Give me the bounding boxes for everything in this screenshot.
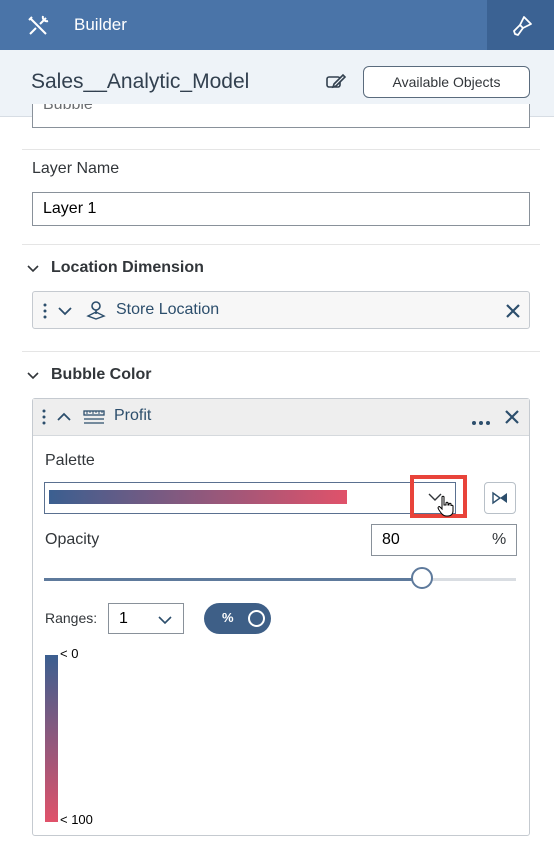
location-pin-icon [85,299,107,321]
opacity-slider-track[interactable] [44,567,516,589]
divider [22,244,540,245]
percent-toggle[interactable]: % [204,603,271,634]
available-objects-button[interactable]: Available Objects [363,66,530,98]
ranges-label: Ranges: [45,610,98,626]
opacity-slider-fill [44,578,422,581]
chevron-up-icon[interactable] [56,409,72,425]
edit-model-icon[interactable] [325,72,347,92]
bubble-color-title[interactable]: Bubble Color [51,366,151,384]
opacity-input[interactable]: 80 % [371,524,517,556]
close-icon[interactable] [505,303,521,319]
chevron-down-icon[interactable] [26,262,40,276]
opacity-unit: % [492,531,507,548]
layer-name-input[interactable]: Layer 1 [32,192,530,226]
chevron-down-icon[interactable] [26,369,40,383]
drag-handle-icon[interactable] [43,303,47,319]
percent-toggle-label: % [222,610,234,625]
drag-handle-icon[interactable] [42,409,46,425]
panel-title: Builder [74,15,127,34]
paintbrush-icon[interactable] [510,14,534,38]
model-name: Sales__Analytic_Model [31,70,250,93]
opacity-value: 80 [382,531,400,548]
wrench-screwdriver-icon[interactable] [26,14,50,38]
palette-select[interactable] [44,482,456,514]
layer-type-value: Bubble [43,104,93,113]
measure-token[interactable]: Profit [33,399,529,436]
location-dimension-title[interactable]: Location Dimension [51,259,204,277]
palette-gradient [49,490,347,504]
chevron-down-icon[interactable] [157,612,173,628]
location-dimension-label: Store Location [116,301,220,318]
bubble-color-card [32,398,530,836]
chevron-down-icon[interactable] [57,303,73,319]
palette-label: Palette [45,452,95,469]
ranges-value: 1 [119,610,128,627]
more-options-icon[interactable] [471,413,491,425]
measure-icon [83,407,105,427]
measure-label: Profit [114,407,152,424]
location-dimension-token[interactable]: Store Location [32,291,530,329]
pointer-cursor-icon [436,495,456,517]
toggle-knob [248,610,265,627]
opacity-slider-handle[interactable] [410,567,433,589]
close-icon[interactable] [504,409,520,425]
layer-name-label: Layer Name [32,160,120,177]
swap-icon [491,489,509,507]
divider [22,149,540,150]
color-legend-bar [45,655,58,822]
divider [22,351,540,352]
reverse-palette-button[interactable] [484,482,516,514]
legend-top-label: < 0 [60,646,79,661]
legend-bottom-label: < 100 [60,812,93,827]
ranges-select[interactable]: 1 [108,603,184,634]
opacity-label: Opacity [45,531,100,548]
layer-type-select[interactable]: Bubble [32,104,530,128]
